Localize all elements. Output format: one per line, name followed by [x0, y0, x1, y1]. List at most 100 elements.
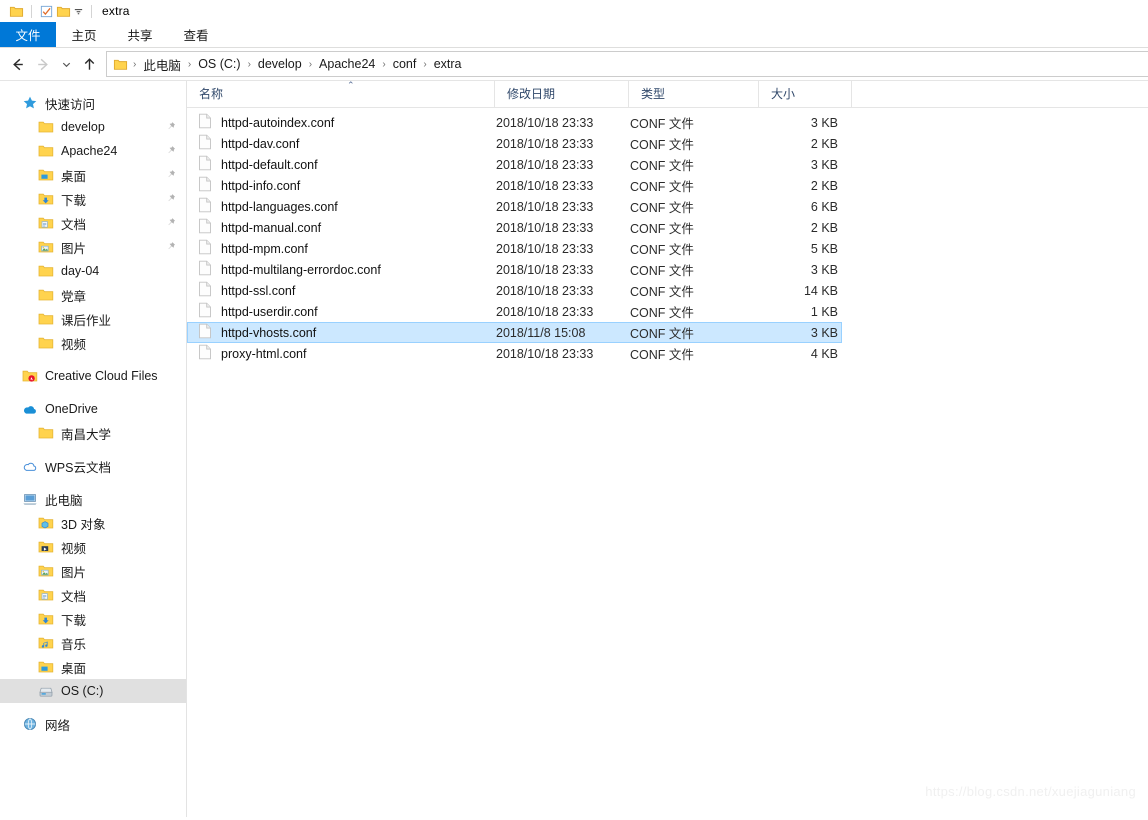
file-name-cell: proxy-html.conf [188, 344, 496, 363]
folder-icon [38, 287, 54, 303]
file-icon [198, 176, 212, 195]
file-date-cell: 2018/10/18 23:33 [496, 178, 594, 193]
sidebar-item-apache24[interactable]: Apache24 [0, 139, 186, 163]
sidebar-item-桌面[interactable]: 桌面 [0, 655, 186, 679]
folder-icon[interactable] [8, 3, 25, 20]
table-row[interactable]: proxy-html.conf 2018/10/18 23:33 CONF 文件… [187, 343, 842, 364]
sidebar-item-label: develop [61, 120, 105, 134]
sidebar-item-wps云文档[interactable]: WPS云文档 [0, 454, 186, 478]
folder-icon [38, 311, 54, 327]
column-header-size[interactable]: 大小 [759, 81, 852, 107]
sidebar-item-图片[interactable]: 图片 [0, 235, 186, 259]
file-size-cell: 6 KB [810, 199, 838, 214]
file-type-cell: CONF 文件 [630, 264, 694, 278]
pin-icon[interactable] [166, 145, 176, 157]
column-header-date-modified[interactable]: 修改日期 [495, 81, 629, 107]
3d-objects-icon [38, 515, 54, 531]
sidebar-item-图片[interactable]: 图片 [0, 559, 186, 583]
column-header-type[interactable]: 类型 [629, 81, 759, 107]
pin-icon[interactable] [166, 217, 176, 229]
tab-share[interactable]: 共享 [112, 22, 168, 47]
recent-locations-chevron-down-icon[interactable] [56, 51, 76, 77]
file-date-cell: 2018/10/18 23:33 [496, 262, 594, 277]
sidebar-item-下载[interactable]: 下载 [0, 187, 186, 211]
sidebar-item-桌面[interactable]: 桌面 [0, 163, 186, 187]
sidebar-item-label: 快速访问 [45, 97, 96, 112]
customize-qat-chevron-down-icon[interactable] [72, 5, 85, 18]
breadcrumb-separator: › [187, 58, 192, 70]
sidebar-item-快速访问[interactable]: 快速访问 [0, 91, 186, 115]
sidebar-item-此电脑[interactable]: 此电脑 [0, 487, 186, 511]
table-row[interactable]: httpd-autoindex.conf 2018/10/18 23:33 CO… [187, 112, 842, 133]
pin-icon[interactable] [166, 169, 176, 181]
sidebar-item-label: 视频 [61, 337, 87, 352]
sidebar-item-视频[interactable]: 视频 [0, 535, 186, 559]
sidebar-item-develop[interactable]: develop [0, 115, 186, 139]
breadcrumb-separator: › [247, 58, 251, 70]
breadcrumb-extra[interactable]: extra [432, 57, 464, 71]
sidebar-item-osc[interactable]: OS (C:) [0, 679, 186, 703]
table-row[interactable]: httpd-languages.conf 2018/10/18 23:33 CO… [187, 196, 842, 217]
file-name-label: httpd-mpm.conf [221, 241, 308, 256]
up-arrow-icon[interactable] [76, 51, 102, 77]
file-date-cell: 2018/10/18 23:33 [496, 157, 594, 172]
address-bar[interactable]: › 此电脑 › OS (C:) › develop › Apache24 › c… [106, 51, 1148, 77]
table-row[interactable]: httpd-info.conf 2018/10/18 23:33 CONF 文件… [187, 175, 842, 196]
table-row[interactable]: httpd-mpm.conf 2018/10/18 23:33 CONF 文件 … [187, 238, 842, 259]
file-date-cell: 2018/10/18 23:33 [496, 220, 594, 235]
table-row[interactable]: httpd-default.conf 2018/10/18 23:33 CONF… [187, 154, 842, 175]
column-header-name-label: 名称 [199, 87, 224, 101]
sidebar-item-文档[interactable]: 文档 [0, 583, 186, 607]
pin-icon[interactable] [166, 121, 176, 133]
breadcrumb-apache24[interactable]: Apache24 [317, 57, 377, 71]
new-folder-icon[interactable] [55, 3, 72, 20]
sidebar-item-onedrive[interactable]: OneDrive [0, 397, 186, 421]
table-row[interactable]: httpd-multilang-errordoc.conf 2018/10/18… [187, 259, 842, 280]
table-row[interactable]: httpd-dav.conf 2018/10/18 23:33 CONF 文件 … [187, 133, 842, 154]
properties-icon[interactable] [38, 3, 55, 20]
sidebar-item-creativecloudfiles[interactable]: Creative Cloud Files [0, 364, 186, 388]
sidebar-item-党章[interactable]: 党章 [0, 283, 186, 307]
pin-icon[interactable] [166, 241, 176, 253]
sidebar-item-label: 课后作业 [61, 313, 112, 328]
table-row[interactable]: httpd-ssl.conf 2018/10/18 23:33 CONF 文件 … [187, 280, 842, 301]
sidebar-item-3d对象[interactable]: 3D 对象 [0, 511, 186, 535]
sidebar-item-day-04[interactable]: day-04 [0, 259, 186, 283]
file-size-cell: 14 KB [803, 283, 838, 298]
desktop-folder-icon [38, 167, 54, 183]
sidebar-item-网络[interactable]: 网络 [0, 712, 186, 736]
sidebar-item-课后作业[interactable]: 课后作业 [0, 307, 186, 331]
breadcrumb-develop[interactable]: develop [256, 57, 304, 71]
folder-icon [38, 335, 54, 351]
sidebar-item-视频[interactable]: 视频 [0, 331, 186, 355]
sidebar-item-音乐[interactable]: 音乐 [0, 631, 186, 655]
tab-view[interactable]: 查看 [168, 22, 224, 47]
sidebar-item-南昌大学[interactable]: 南昌大学 [0, 421, 186, 445]
back-arrow-icon[interactable] [4, 51, 30, 77]
table-row[interactable]: httpd-manual.conf 2018/10/18 23:33 CONF … [187, 217, 842, 238]
tab-file[interactable]: 文件 [0, 22, 56, 47]
file-name-label: httpd-manual.conf [221, 220, 322, 235]
breadcrumb-this-pc[interactable]: 此电脑 [141, 55, 183, 74]
file-type-cell: CONF 文件 [630, 138, 694, 152]
tab-home[interactable]: 主页 [56, 22, 112, 47]
pin-icon[interactable] [166, 193, 176, 205]
file-type-cell: CONF 文件 [630, 180, 694, 194]
column-header-name[interactable]: ⌃ 名称 [187, 80, 495, 107]
column-header-date-label: 修改日期 [507, 87, 556, 101]
address-folder-icon [113, 59, 128, 70]
file-name-cell: httpd-vhosts.conf [188, 323, 496, 342]
ribbon-tab-bar: 文件 主页 共享 查看 [0, 22, 1148, 48]
sidebar-item-文档[interactable]: 文档 [0, 211, 186, 235]
breadcrumb-os-c[interactable]: OS (C:) [196, 57, 242, 71]
sidebar-item-label: 下载 [61, 613, 87, 628]
sidebar-item-下载[interactable]: 下载 [0, 607, 186, 631]
table-row[interactable]: httpd-vhosts.conf 2018/11/8 15:08 CONF 文… [187, 322, 842, 343]
table-row[interactable]: httpd-userdir.conf 2018/10/18 23:33 CONF… [187, 301, 842, 322]
file-type-cell: CONF 文件 [630, 201, 694, 215]
file-size-cell: 3 KB [810, 325, 838, 340]
sidebar-item-label: 图片 [61, 565, 87, 580]
file-name-label: httpd-userdir.conf [221, 304, 318, 319]
breadcrumb-conf[interactable]: conf [391, 57, 419, 71]
